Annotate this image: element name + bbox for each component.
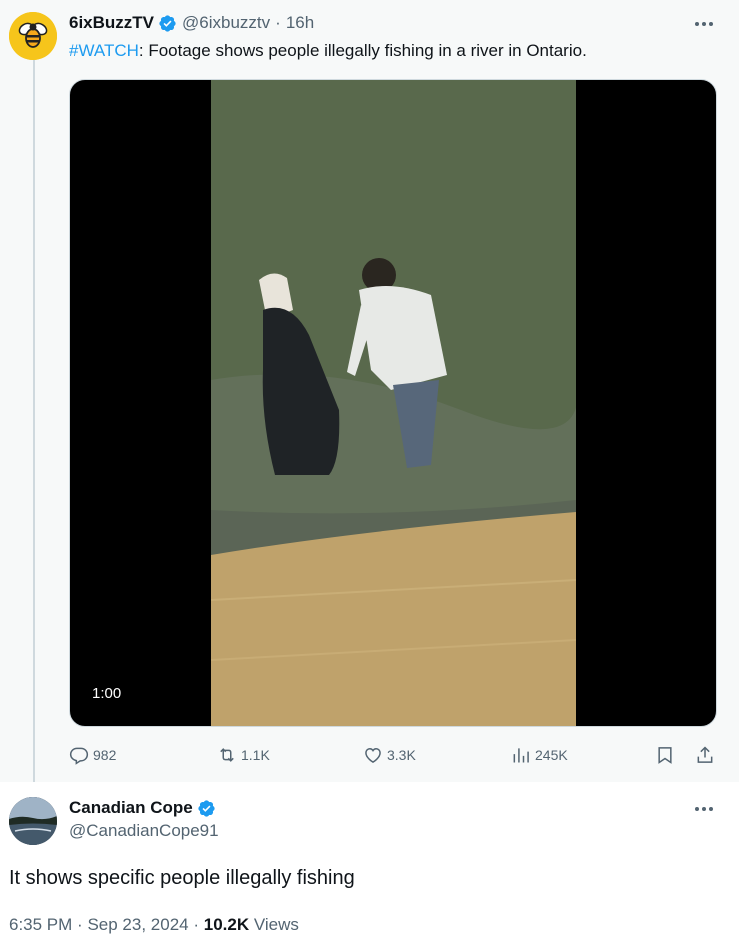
- handle[interactable]: @6ixbuzztv: [182, 13, 270, 33]
- tweet-header: 6ixBuzzTV @6ixbuzztv · 16h: [69, 12, 314, 34]
- like-icon: [365, 747, 381, 763]
- video-duration: 1:00: [84, 683, 130, 704]
- repost-button[interactable]: 1.1K: [217, 743, 270, 767]
- tweet-body: : Footage shows people illegally fishing…: [138, 41, 587, 60]
- bookmark-button[interactable]: [655, 743, 679, 767]
- reply-header: Canadian Cope: [69, 797, 216, 819]
- more-icon[interactable]: [691, 14, 717, 34]
- hashtag-link[interactable]: #WATCH: [69, 41, 139, 60]
- views-button[interactable]: 245K: [511, 743, 568, 767]
- views-label: Views: [253, 915, 299, 934]
- handle[interactable]: @CanadianCope91: [69, 821, 219, 841]
- tweet-text: #WATCH: Footage shows people illegally f…: [69, 39, 587, 63]
- tweet-metadata: 6:35 PM · Sep 23, 2024 · 10.2K Views: [9, 915, 299, 935]
- bookmark-icon: [658, 747, 672, 764]
- repost-icon: [220, 748, 234, 762]
- thread-connector: [33, 60, 35, 796]
- views-count: 10.2K: [203, 915, 250, 934]
- verified-badge-icon: [197, 799, 216, 818]
- avatar[interactable]: [9, 797, 57, 845]
- display-name[interactable]: 6ixBuzzTV: [69, 13, 154, 33]
- timestamp[interactable]: 16h: [286, 13, 314, 33]
- reply-button[interactable]: 982: [69, 743, 116, 767]
- like-button[interactable]: 3.3K: [363, 743, 416, 767]
- display-name[interactable]: Canadian Cope: [69, 798, 193, 818]
- separator: ·: [275, 13, 281, 32]
- separator: ·: [77, 915, 83, 934]
- reply-icon: [69, 747, 89, 765]
- video-player[interactable]: 1:00: [69, 79, 717, 727]
- repost-count: 1.1K: [241, 747, 270, 763]
- views-count: 245K: [535, 747, 568, 763]
- reply-text: It shows specific people illegally fishi…: [9, 867, 355, 889]
- post-time[interactable]: 6:35 PM: [9, 915, 72, 934]
- action-bar: 982 1.1K 3.3K 245K: [69, 743, 717, 767]
- views-icon: [513, 748, 529, 763]
- verified-badge-icon: [158, 14, 177, 33]
- separator: ·: [193, 915, 200, 934]
- post-date[interactable]: Sep 23, 2024: [87, 915, 188, 934]
- share-icon: [697, 746, 713, 763]
- video-frame[interactable]: [211, 80, 576, 726]
- like-count: 3.3K: [387, 747, 416, 763]
- reply-count: 982: [93, 747, 117, 763]
- share-button[interactable]: [695, 743, 719, 767]
- avatar[interactable]: [9, 12, 57, 60]
- more-icon[interactable]: [691, 799, 717, 819]
